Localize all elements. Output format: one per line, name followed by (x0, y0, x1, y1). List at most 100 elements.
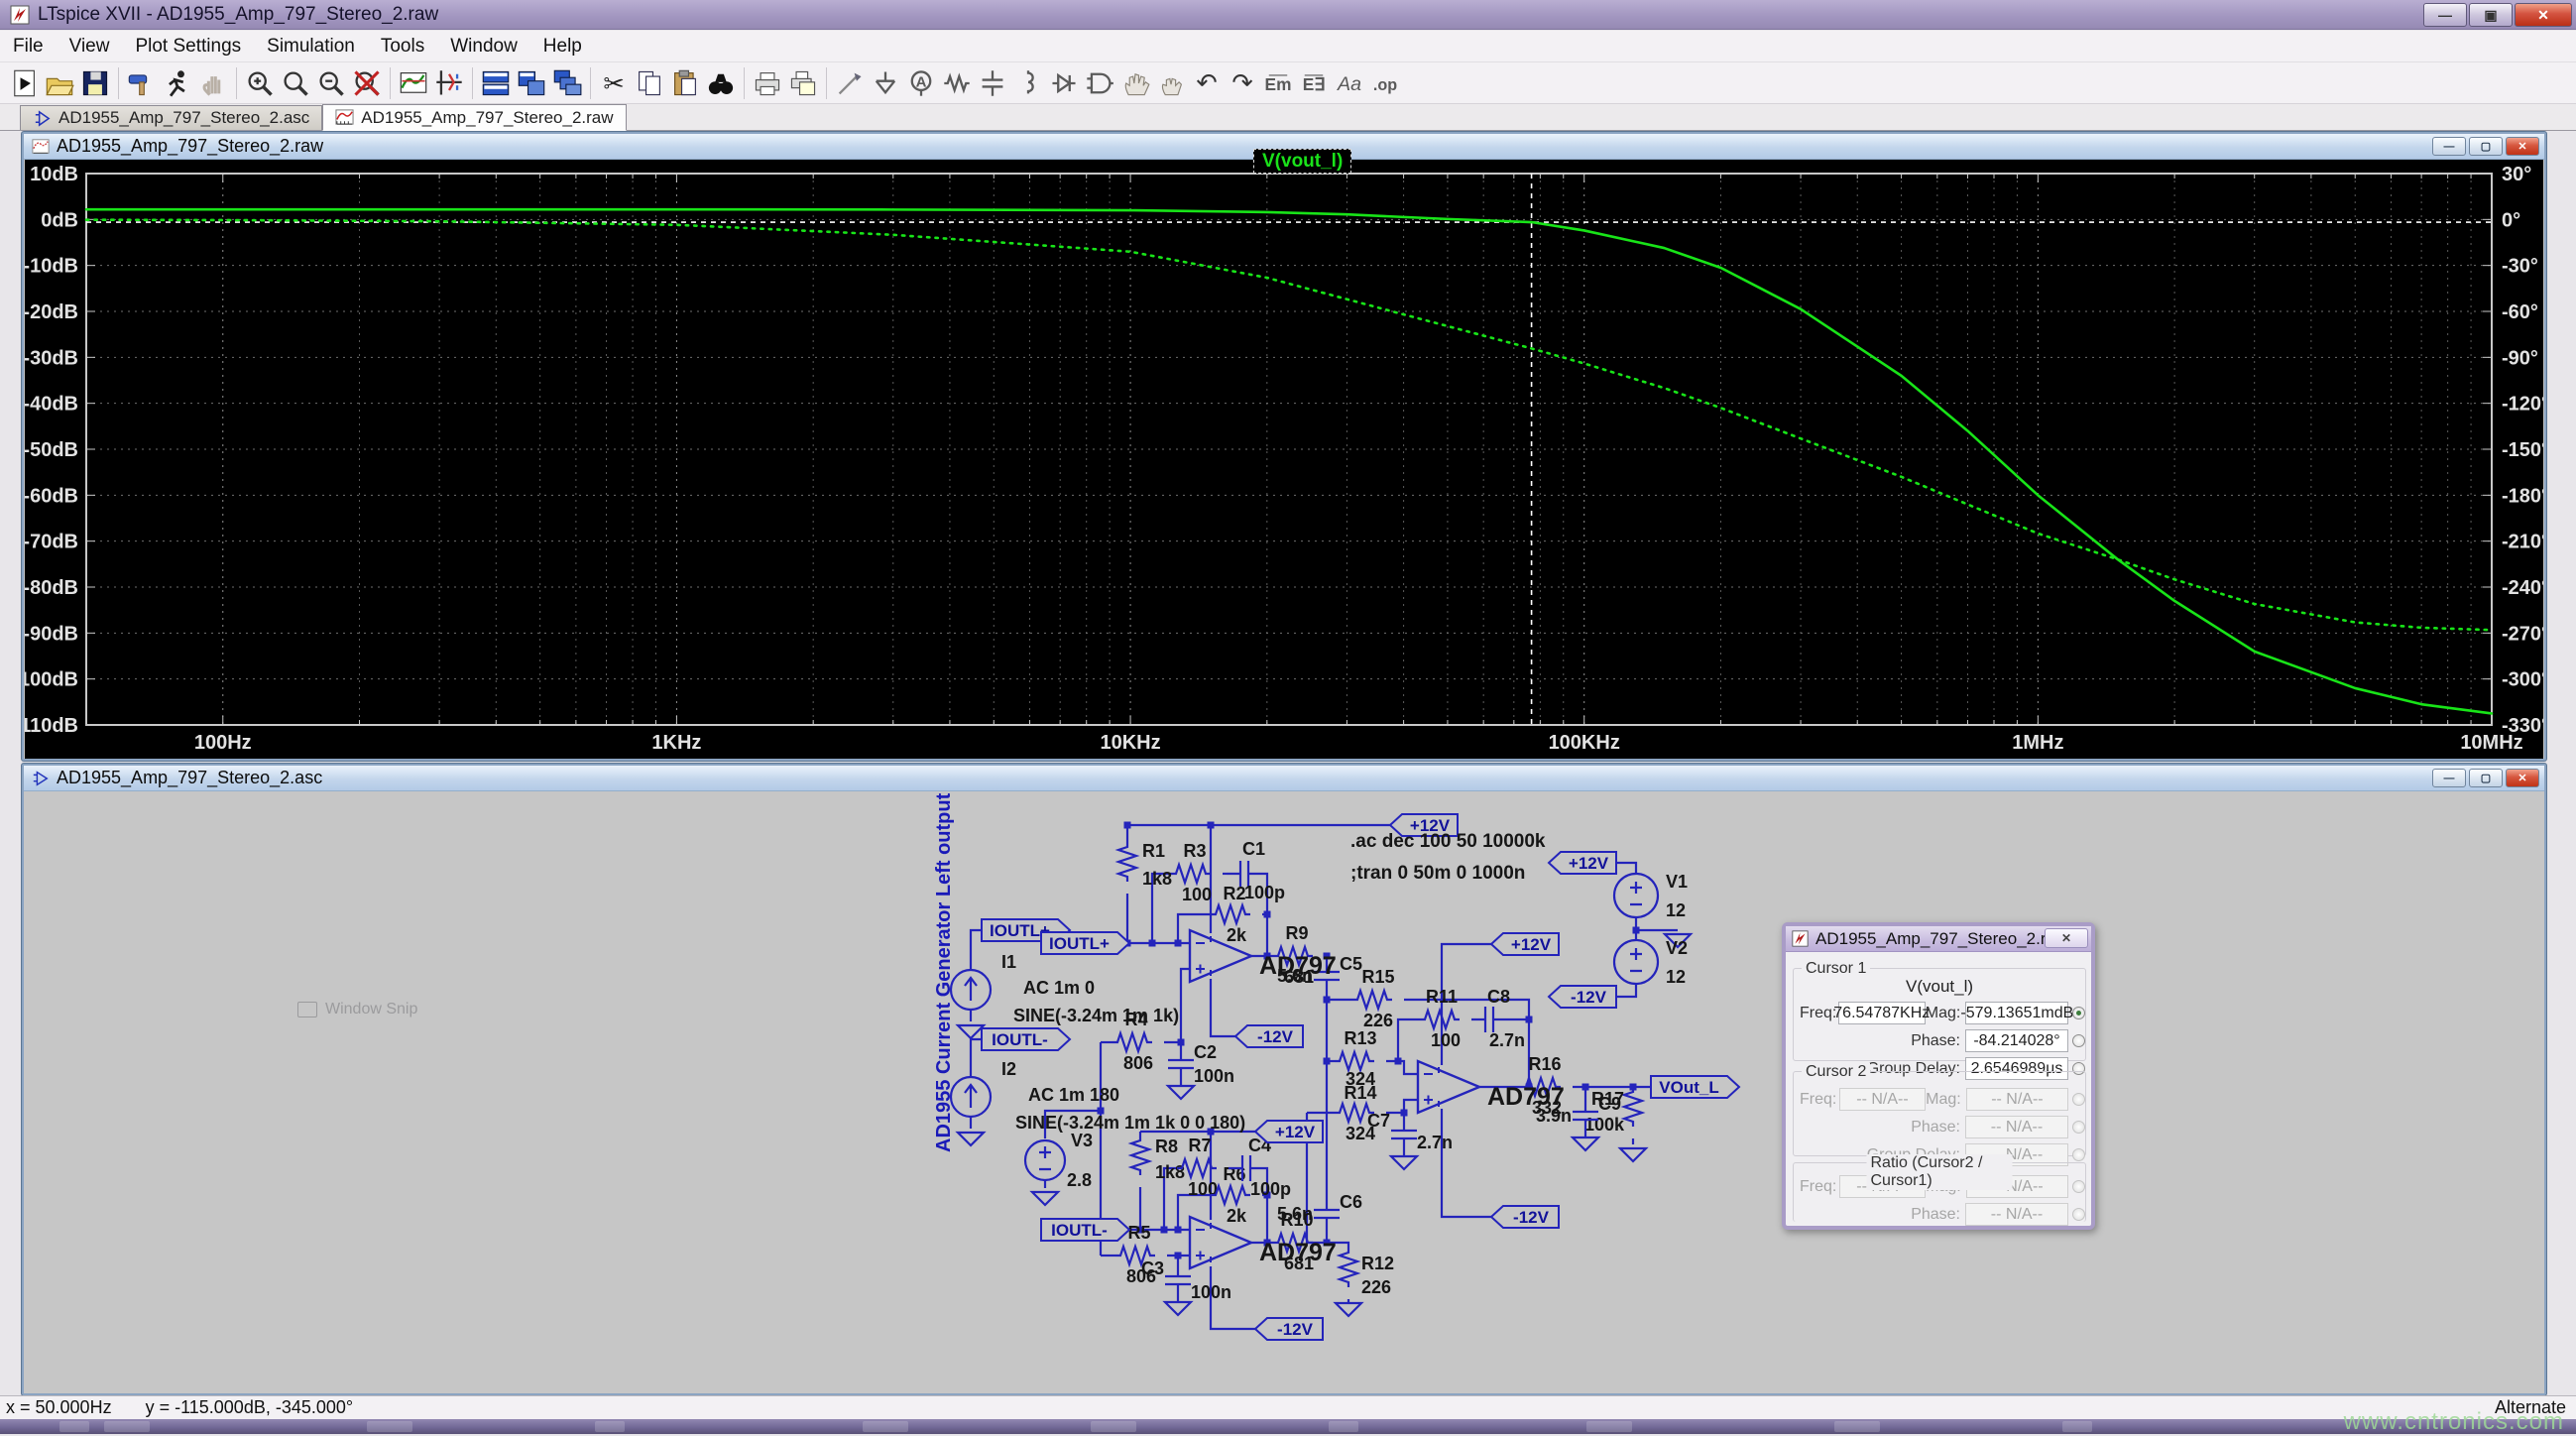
new-run-button[interactable] (6, 65, 42, 101)
drag-button[interactable] (1153, 65, 1189, 101)
rotate-button[interactable]: E∃ (1296, 65, 1332, 101)
taskbar-item[interactable] (104, 1421, 150, 1432)
plot-restore-button[interactable]: ▢ (2469, 137, 2503, 156)
sch-close-button[interactable]: ✕ (2506, 769, 2539, 787)
tile-horizontal-button[interactable] (478, 65, 514, 101)
minimize-button[interactable]: — (2423, 3, 2467, 27)
cursor1-phase-field[interactable]: -84.214028° (1965, 1029, 2068, 1052)
net-flag-IOUTL-[interactable]: IOUTL- (982, 1028, 1070, 1050)
source-I2[interactable] (951, 1077, 991, 1117)
taskbar-item[interactable] (1091, 1421, 1136, 1432)
net-flag--12V[interactable]: -12V (1549, 986, 1616, 1008)
capacitor-C3[interactable] (1165, 1262, 1191, 1298)
source-V2[interactable] (1614, 940, 1658, 984)
resistor-R15[interactable] (1352, 991, 1392, 1009)
source-V3[interactable] (1025, 1140, 1065, 1180)
halt-button[interactable] (195, 65, 231, 101)
wire-button[interactable] (832, 65, 868, 101)
resistor-R17[interactable] (1624, 1087, 1642, 1127)
schematic[interactable]: R11k8R3100R22kR9681R15226R11100R13324R14… (933, 793, 1739, 1340)
resistor-R4[interactable] (1112, 1033, 1152, 1051)
resistor-R11[interactable] (1420, 1011, 1460, 1028)
resistor-R13[interactable] (1335, 1052, 1374, 1070)
menu-plot-settings[interactable]: Plot Settings (122, 32, 254, 61)
capacitor-C7[interactable] (1391, 1117, 1417, 1152)
ground-button[interactable] (868, 65, 903, 101)
cursor-dialog[interactable]: AD1955_Amp_797_Stereo_2.raw ✕ Cursor 1 V… (1782, 922, 2095, 1230)
tab-waveform[interactable]: AD1955_Amp_797_Stereo_2.raw (322, 104, 626, 131)
zoom-full-button[interactable] (349, 65, 385, 101)
move-button[interactable] (1117, 65, 1153, 101)
print-button[interactable] (750, 65, 785, 101)
redo-button[interactable]: ↷ (1225, 65, 1260, 101)
label-button[interactable]: A (903, 65, 939, 101)
net-flag-+12V[interactable]: +12V (1491, 933, 1559, 955)
taskbar-item[interactable] (1329, 1421, 1358, 1432)
ratio-phase-radio[interactable] (2072, 1208, 2085, 1221)
resistor-R12[interactable] (1340, 1248, 1357, 1287)
plot-minimize-button[interactable]: — (2432, 137, 2466, 156)
cut-button[interactable]: ✂ (596, 65, 632, 101)
cursor2-phase-radio[interactable] (2072, 1121, 2085, 1134)
resistor-button[interactable] (939, 65, 975, 101)
zoom-back-button[interactable] (278, 65, 313, 101)
cursor2-gd-radio[interactable] (2072, 1148, 2085, 1161)
taskbar-item[interactable] (59, 1421, 89, 1432)
taskbar-item[interactable] (367, 1421, 412, 1432)
source-I1[interactable] (951, 970, 991, 1010)
trace-legend[interactable]: V(vout_l) (1253, 149, 1351, 174)
component-button[interactable] (1082, 65, 1117, 101)
net-flag-IOUTL-[interactable]: IOUTL- (1041, 1219, 1129, 1241)
diode-button[interactable] (1046, 65, 1082, 101)
dialog-close-button[interactable]: ✕ (2045, 928, 2088, 948)
schematic-window-titlebar[interactable]: AD1955_Amp_797_Stereo_2.asc — ▢ ✕ (24, 766, 2544, 791)
menu-window[interactable]: Window (437, 32, 530, 61)
capacitor-button[interactable] (975, 65, 1010, 101)
capacitor-C6[interactable] (1314, 1196, 1340, 1232)
plot-area[interactable]: 10dB0dB-10dB-20dB-30dB-40dB-50dB-60dB-70… (25, 160, 2543, 759)
cursor2-mag-radio[interactable] (2072, 1093, 2085, 1106)
magnitude-curve[interactable] (86, 209, 2492, 713)
resistor-R6[interactable] (1211, 1186, 1250, 1204)
capacitor-C8[interactable] (1471, 1007, 1507, 1032)
menu-tools[interactable]: Tools (368, 32, 437, 61)
taskbar-item[interactable] (2062, 1421, 2092, 1432)
taskbar-item[interactable] (1586, 1421, 1632, 1432)
ratio-phase-field[interactable]: -- N/A-- (1965, 1203, 2068, 1226)
paste-button[interactable] (667, 65, 703, 101)
taskbar-item[interactable] (863, 1421, 908, 1432)
zoom-in-button[interactable] (242, 65, 278, 101)
menu-file[interactable]: File (0, 32, 57, 61)
manual-limits-button[interactable] (431, 65, 467, 101)
cursor-dialog-titlebar[interactable]: AD1955_Amp_797_Stereo_2.raw ✕ (1786, 926, 2091, 952)
undo-button[interactable]: ↶ (1189, 65, 1225, 101)
copy-button[interactable] (632, 65, 667, 101)
menu-view[interactable]: View (57, 32, 123, 61)
menu-simulation[interactable]: Simulation (254, 32, 368, 61)
cursor1-freq-field[interactable]: 76.54787KHz (1838, 1002, 1926, 1024)
plot-close-button[interactable]: ✕ (2506, 137, 2539, 156)
net-flag--12V[interactable]: -12V (1255, 1318, 1323, 1340)
cursor1-mag-field[interactable]: -579.13651mdB (1965, 1002, 2068, 1024)
spice-directive-button[interactable]: .op (1367, 65, 1403, 101)
net-flag-+12V[interactable]: +12V (1549, 852, 1616, 874)
taskbar-item[interactable] (1834, 1421, 1880, 1432)
cascade-button[interactable] (549, 65, 585, 101)
tile-vertical-button[interactable] (514, 65, 549, 101)
source-V1[interactable] (1614, 874, 1658, 917)
resistor-R8[interactable] (1131, 1136, 1149, 1175)
control-panel-button[interactable] (124, 65, 160, 101)
schematic-canvas[interactable]: R11k8R3100R22kR9681R15226R11100R13324R14… (25, 793, 2543, 1393)
run-button[interactable] (160, 65, 195, 101)
net-flag-+12V[interactable]: +12V (1255, 1121, 1323, 1142)
net-flag-VOut_L[interactable]: VOut_L (1651, 1076, 1739, 1098)
print-preview-button[interactable] (785, 65, 821, 101)
resistor-R2[interactable] (1211, 905, 1250, 923)
zoom-out-button[interactable] (313, 65, 349, 101)
resistor-R3[interactable] (1171, 865, 1211, 883)
main-titlebar[interactable]: LTspice XVII - AD1955_Amp_797_Stereo_2.r… (0, 0, 2576, 30)
cursor1-phase-radio[interactable] (2072, 1034, 2085, 1047)
net-flag--12V[interactable]: -12V (1235, 1025, 1303, 1047)
resistor-R1[interactable] (1118, 842, 1136, 882)
capacitor-C2[interactable] (1168, 1046, 1194, 1082)
